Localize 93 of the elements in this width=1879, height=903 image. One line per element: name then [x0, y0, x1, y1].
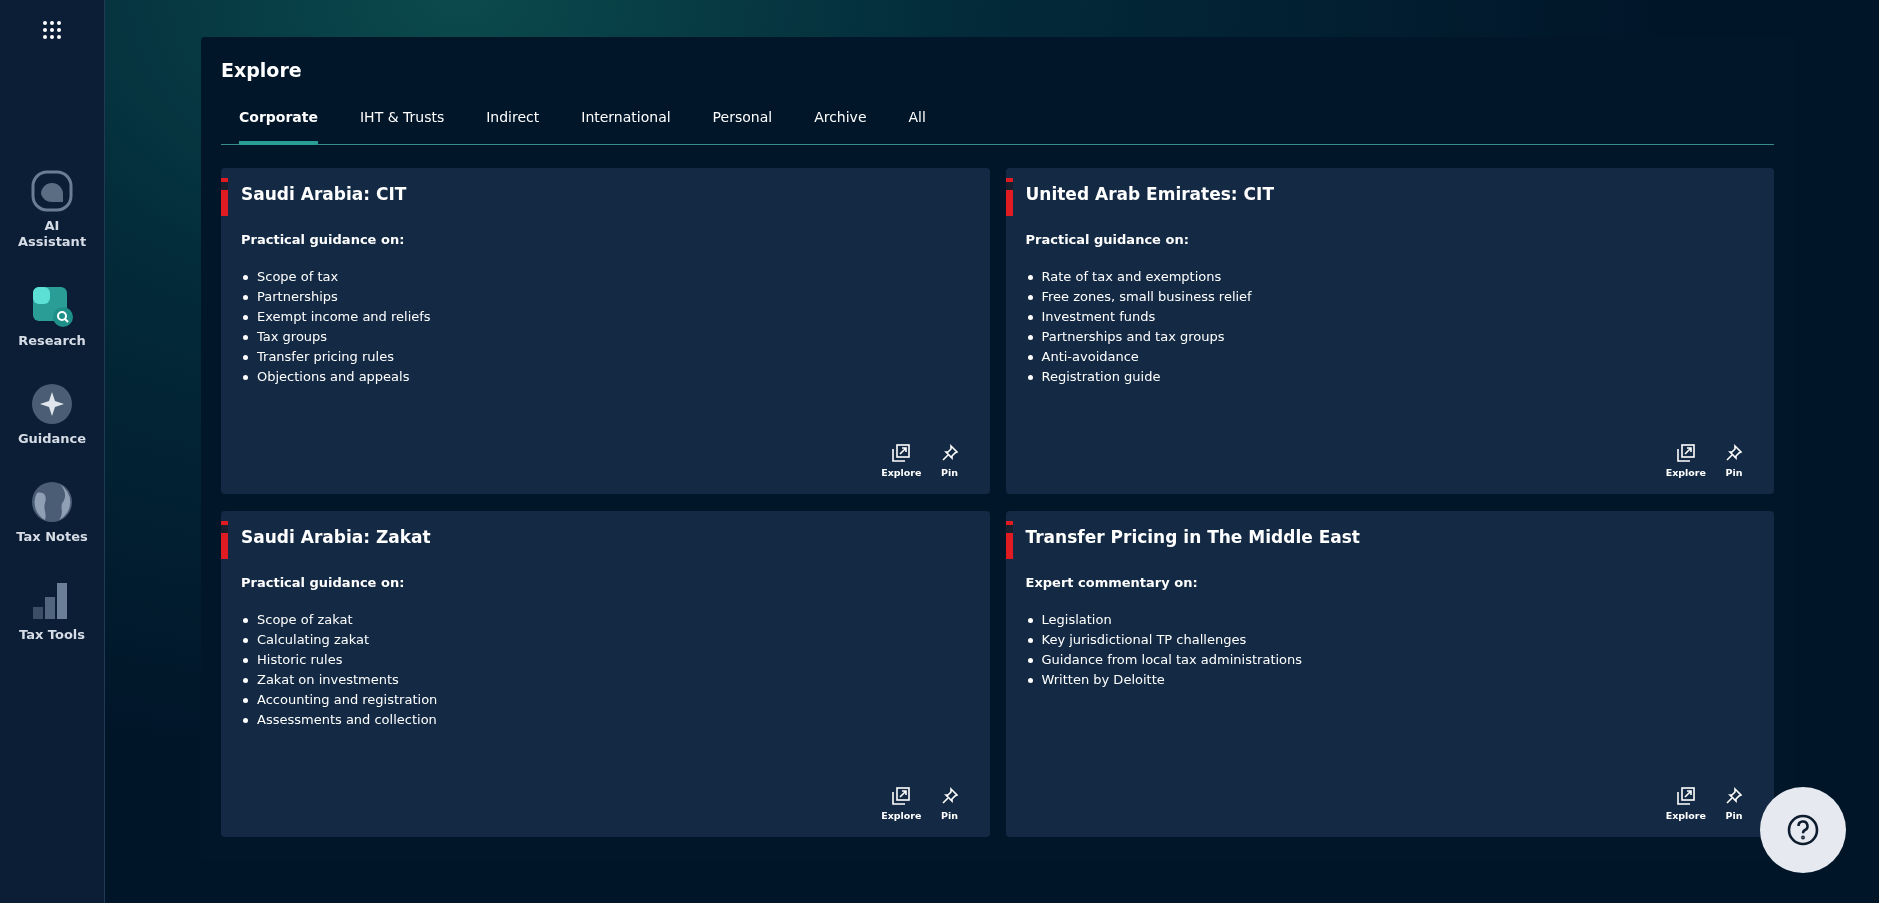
list-item: Assessments and collection — [257, 711, 437, 729]
guide-card[interactable]: Transfer Pricing in The Middle East Expert commentary on: Legislation Key jurisdictional TP challenges Guidance from local tax administrations Written by Deloitte Explore Pin — [1005, 511, 1774, 837]
sidebar-label[interactable]: AI Assistant — [17, 218, 87, 251]
bullet-icon — [243, 677, 248, 683]
list-item: Scope of tax — [257, 268, 339, 286]
bullet-icon — [1027, 354, 1033, 360]
bullet-icon — [1027, 274, 1033, 280]
card-marker-icon — [221, 178, 228, 216]
card-title[interactable]: Saudi Arabia: Zakat — [241, 527, 970, 547]
card-marker-icon — [221, 521, 228, 559]
bullet-icon — [243, 314, 248, 320]
list-item: Registration guide — [1041, 368, 1161, 386]
sidebar-label[interactable]: Guidance — [17, 430, 87, 447]
bullet-icon — [1027, 334, 1033, 340]
list-item: Zakat on investments — [257, 671, 399, 689]
card-action-button[interactable]: Explore — [1663, 786, 1708, 821]
card-intro: Practical guidance on: — [241, 232, 406, 247]
globe-icon[interactable] — [31, 481, 73, 523]
list-item: Exempt income and reliefs — [257, 308, 431, 326]
sidebar-label[interactable]: Tax Notes — [16, 529, 88, 546]
panel-title: Explore — [221, 59, 303, 81]
external-link-icon — [1675, 443, 1696, 463]
list-item: Key jurisdictional TP challenges — [1041, 631, 1247, 649]
help-icon — [1786, 813, 1820, 847]
external-link-icon — [891, 443, 912, 463]
pin-icon — [1724, 443, 1744, 463]
bullet-icon — [243, 274, 248, 280]
tab[interactable]: International — [563, 99, 689, 145]
external-link-icon — [891, 786, 912, 806]
guide-card[interactable]: Saudi Arabia: CIT Practical guidance on: Scope of tax Partnerships Exempt income and reliefs Tax groups Transfer pricing rules Objections and appeals Explore Pin — [221, 168, 990, 494]
list-item: Tax groups — [257, 328, 328, 346]
list-item: Accounting and registration — [257, 691, 438, 709]
bullet-icon — [243, 294, 248, 300]
chat-bubble-icon[interactable] — [31, 170, 73, 212]
list-item: Scope of zakat — [257, 611, 353, 629]
tab[interactable]: Personal — [694, 99, 791, 145]
list-item: Guidance from local tax administrations — [1041, 651, 1303, 669]
bullet-icon — [1027, 617, 1033, 623]
tab[interactable]: IHT & Trusts — [342, 99, 463, 145]
card-action-button[interactable]: Explore — [879, 443, 924, 478]
list-item: Partnerships — [257, 288, 338, 306]
bullet-icon — [243, 717, 248, 723]
card-intro: Expert commentary on: — [1025, 575, 1199, 590]
list-item: Historic rules — [257, 651, 343, 669]
bullet-icon — [243, 657, 248, 663]
sidebar-label[interactable]: Tax Tools — [18, 627, 86, 644]
bullet-icon — [1027, 314, 1033, 320]
list-item: Transfer pricing rules — [257, 348, 394, 366]
list-item: Partnerships and tax groups — [1041, 328, 1225, 346]
bullet-icon — [1027, 677, 1033, 683]
pin-icon — [1724, 786, 1744, 806]
research-search-icon[interactable] — [31, 284, 73, 327]
guide-card[interactable]: Saudi Arabia: Zakat Practical guidance on: Scope of zakat Calculating zakat Historic rules Zakat on investments Accounting and registration Assessments and collection Explore Pin — [221, 511, 990, 837]
card-action-button[interactable]: Pin — [1722, 443, 1746, 478]
list-item: Free zones, small business relief — [1041, 288, 1252, 306]
tab[interactable]: Archive — [796, 99, 885, 145]
bullet-icon — [243, 374, 248, 380]
apps-grid-icon[interactable] — [42, 20, 62, 40]
card-marker-icon — [1005, 178, 1013, 216]
bullet-icon — [243, 697, 248, 703]
tab[interactable]: Indirect — [468, 99, 558, 145]
card-intro: Practical guidance on: — [241, 575, 406, 590]
list-item: Objections and appeals — [257, 368, 410, 386]
bullet-icon — [1027, 294, 1033, 300]
list-item: Rate of tax and exemptions — [1041, 268, 1222, 286]
guide-card[interactable]: United Arab Emirates: CIT Practical guidance on: Rate of tax and exemptions Free zones, small business relief Investment funds Partnerships and tax groups Anti-avoidance Registration guide Explore Pin — [1005, 168, 1774, 494]
external-link-icon — [1675, 786, 1696, 806]
compass-icon[interactable] — [31, 382, 73, 425]
list-item: Legislation — [1041, 611, 1112, 629]
bullet-icon — [1027, 637, 1033, 643]
card-marker-icon — [1005, 521, 1013, 559]
card-intro: Practical guidance on: — [1025, 232, 1190, 247]
list-item: Calculating zakat — [257, 631, 370, 649]
card-action-button[interactable]: Pin — [937, 443, 962, 478]
bullet-icon — [1027, 657, 1033, 663]
card-title[interactable]: Transfer Pricing in The Middle East — [1025, 527, 1754, 547]
card-action-button[interactable]: Explore — [1663, 443, 1708, 478]
list-item: Anti-avoidance — [1041, 348, 1139, 366]
card-title[interactable]: United Arab Emirates: CIT — [1025, 184, 1754, 204]
bullet-icon — [243, 637, 248, 643]
tab[interactable]: Corporate — [239, 99, 318, 145]
list-item: Investment funds — [1041, 308, 1156, 326]
tab[interactable]: All — [890, 99, 944, 145]
bullet-icon — [1027, 374, 1033, 380]
card-title[interactable]: Saudi Arabia: CIT — [241, 184, 970, 204]
card-action-button[interactable]: Pin — [1722, 786, 1746, 821]
sidebar-label[interactable]: Research — [18, 332, 86, 349]
bullet-icon — [243, 354, 248, 360]
card-action-button[interactable]: Pin — [937, 786, 962, 821]
bullet-icon — [243, 334, 248, 340]
card-action-button[interactable]: Explore — [879, 786, 924, 821]
bullet-icon — [243, 617, 248, 623]
list-item: Written by Deloitte — [1041, 671, 1165, 689]
